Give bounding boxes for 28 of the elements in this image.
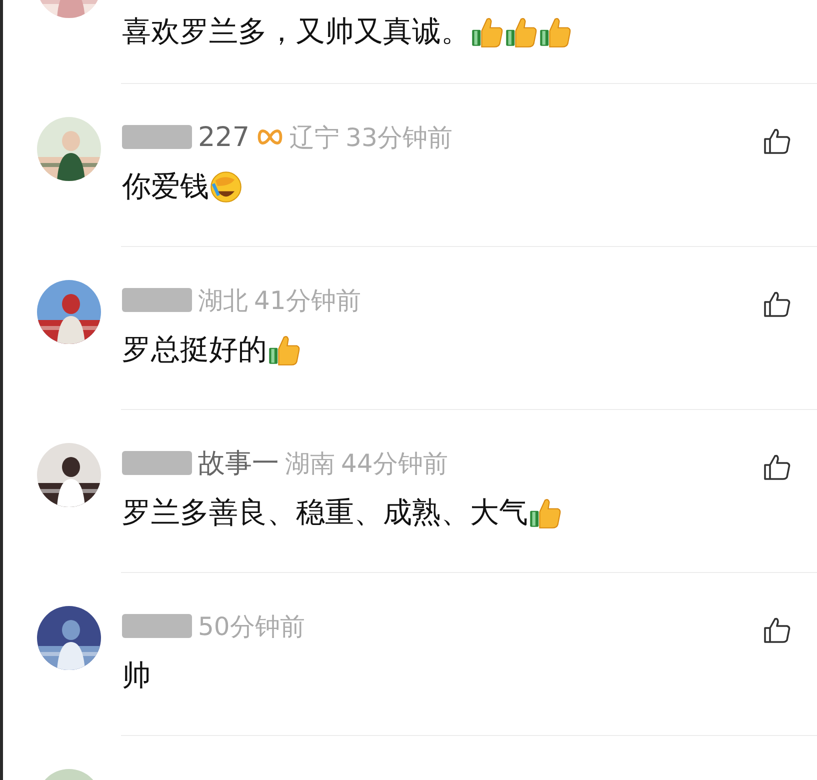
- redacted-name: [122, 125, 192, 149]
- timestamp: 50分钟前: [198, 610, 305, 642]
- timestamp: 44分钟前: [341, 448, 448, 480]
- comment-text: 罗兰多善良、稳重、成熟、大气: [122, 494, 528, 531]
- redacted-name: [122, 288, 192, 312]
- thumbs-up-emoji-icon: [528, 496, 562, 530]
- location-label: 湖南: [285, 448, 335, 480]
- like-icon[interactable]: [763, 453, 791, 481]
- timestamp: 41分钟前: [254, 284, 361, 316]
- laughing-face-emoji-icon: [209, 170, 243, 204]
- thumbs-up-emoji-icon: [267, 333, 301, 367]
- user-name[interactable]: 故事一: [198, 445, 279, 481]
- thumbs-up-emoji-icon: [538, 15, 572, 49]
- redacted-name: [122, 451, 192, 475]
- like-icon[interactable]: [763, 127, 791, 155]
- thumbs-up-emoji-icon: [504, 15, 538, 49]
- user-name[interactable]: 227: [198, 122, 250, 152]
- comment-text: 罗总挺好的: [122, 331, 267, 368]
- like-icon[interactable]: [763, 616, 791, 644]
- comment-text: 帅: [122, 657, 151, 694]
- location-label: 辽宁: [290, 122, 340, 154]
- like-icon[interactable]: [763, 290, 791, 318]
- timestamp: 33分钟前: [346, 122, 452, 154]
- comment-text: 你爱钱: [122, 168, 209, 205]
- thumbs-up-emoji-icon: [470, 15, 504, 49]
- redacted-name: [122, 614, 192, 638]
- location-label: 湖北: [198, 284, 248, 316]
- comment-text: 喜欢罗兰多，又帅又真诚。: [122, 13, 470, 50]
